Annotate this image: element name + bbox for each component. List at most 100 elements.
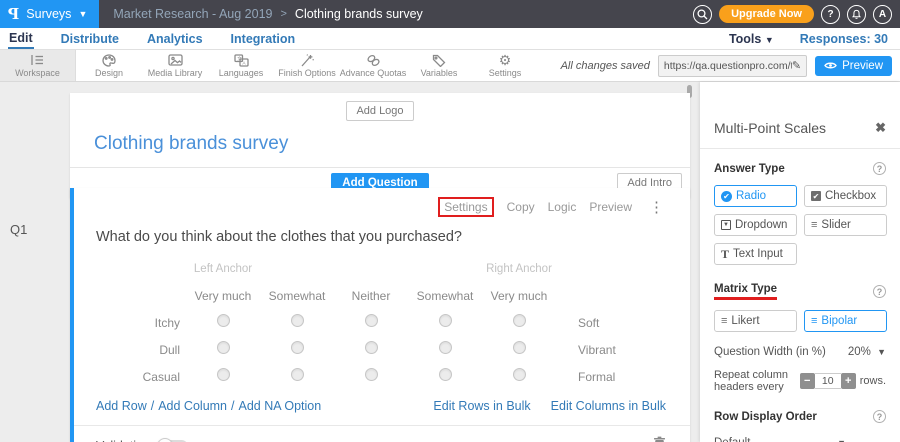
row-left-label: Dull	[74, 336, 186, 363]
radio-button[interactable]	[365, 314, 378, 327]
add-row-link[interactable]: Add Row	[96, 399, 147, 413]
dropdown-icon: ▼	[721, 220, 731, 230]
product-name: Surveys	[26, 7, 71, 21]
questionpro-logo-icon: P	[8, 5, 19, 23]
tab-edit[interactable]: Edit	[8, 29, 34, 49]
anchor-row: Left Anchor Right Anchor	[74, 255, 616, 282]
increment-button[interactable]: +	[841, 373, 856, 389]
search-button[interactable]	[693, 5, 712, 24]
top-bar: P Surveys ▼ Market Research - Aug 2019 >…	[0, 0, 900, 28]
radio-button[interactable]	[365, 368, 378, 381]
tools-menu[interactable]: Tools ▼	[729, 32, 774, 46]
radio-button[interactable]	[513, 314, 526, 327]
matrix-row: Dull Vibrant	[74, 336, 616, 363]
toolbar-item-settings[interactable]: ⚙ Settings	[472, 50, 538, 81]
question-width-value[interactable]: 20%	[848, 346, 871, 358]
radio-button[interactable]	[439, 341, 452, 354]
question-preview-link[interactable]: Preview	[589, 200, 632, 214]
toolbar-item-advance-quotas[interactable]: Advance Quotas	[340, 50, 406, 81]
add-logo-button[interactable]: Add Logo	[346, 101, 413, 121]
radio-button[interactable]	[291, 368, 304, 381]
matrix-links-row: Add Row / Add Column / Add NA Option Edi…	[74, 399, 690, 413]
answer-type-slider[interactable]: ≡Slider	[804, 214, 887, 236]
save-status: All changes saved	[561, 60, 650, 72]
notifications-button[interactable]	[847, 5, 866, 24]
breadcrumb-parent[interactable]: Market Research - Aug 2019	[113, 7, 272, 21]
radio-button[interactable]	[291, 341, 304, 354]
tab-integration[interactable]: Integration	[230, 30, 297, 48]
question-action-menu: Settings Copy Logic Preview ⋮	[74, 188, 690, 217]
radio-button[interactable]	[513, 341, 526, 354]
survey-title[interactable]: Clothing brands survey	[94, 133, 690, 155]
tab-distribute[interactable]: Distribute	[60, 30, 120, 48]
answer-type-text-input[interactable]: TText Input	[714, 243, 797, 265]
trash-icon	[653, 436, 666, 442]
delete-question-button[interactable]	[653, 436, 666, 442]
gear-icon: ⚙	[499, 53, 512, 67]
magic-wand-icon	[300, 53, 314, 67]
radio-button[interactable]	[217, 341, 230, 354]
help-button[interactable]: ?	[821, 5, 840, 24]
toolbar-item-variables[interactable]: Variables	[406, 50, 472, 81]
question-logic-link[interactable]: Logic	[548, 200, 577, 214]
edit-columns-in-bulk-link[interactable]: Edit Columns in Bulk	[551, 399, 666, 413]
radio-button[interactable]	[439, 368, 452, 381]
close-icon[interactable]: ✖	[875, 120, 886, 136]
menu-bar: Edit Distribute Analytics Integration To…	[0, 28, 900, 50]
preview-button[interactable]: Preview	[815, 56, 892, 76]
decrement-button[interactable]: −	[800, 373, 815, 389]
radio-button[interactable]	[291, 314, 304, 327]
help-icon[interactable]: ?	[873, 410, 886, 423]
translate-icon: 文A	[234, 53, 249, 67]
matrix-type-label: Matrix Type	[714, 283, 777, 300]
answer-type-dropdown[interactable]: ▼Dropdown	[714, 214, 797, 236]
chevron-down-icon[interactable]: ▼	[877, 347, 886, 357]
toolbar-item-media-library[interactable]: Media Library	[142, 50, 208, 81]
row-display-order-select[interactable]: Default ▼	[714, 437, 886, 442]
answer-type-checkbox[interactable]: ✔Checkbox	[804, 185, 887, 207]
edit-rows-in-bulk-link[interactable]: Edit Rows in Bulk	[433, 399, 530, 413]
repeat-headers-stepper: − +	[800, 373, 856, 389]
radio-button[interactable]	[217, 314, 230, 327]
column-header: Very much	[482, 282, 556, 309]
radio-button[interactable]	[217, 368, 230, 381]
chevron-down-icon: ▼	[765, 35, 774, 45]
avatar[interactable]: A	[873, 5, 892, 24]
radio-button[interactable]	[439, 314, 452, 327]
tab-analytics[interactable]: Analytics	[146, 30, 204, 48]
link-separator: /	[151, 399, 154, 413]
toolbar-item-design[interactable]: Design	[76, 50, 142, 81]
help-icon[interactable]: ?	[873, 285, 886, 298]
survey-url-input[interactable]	[664, 60, 792, 72]
repeat-headers-input[interactable]	[815, 373, 841, 389]
radio-button[interactable]	[365, 341, 378, 354]
responses-count[interactable]: Responses: 30	[800, 32, 888, 46]
question-text[interactable]: What do you think about the clothes that…	[96, 229, 690, 245]
toolbar-item-workspace[interactable]: Workspace	[0, 50, 76, 81]
matrix-type-likert[interactable]: ≡Likert	[714, 310, 797, 332]
matrix-type-bipolar[interactable]: ≡Bipolar	[804, 310, 887, 332]
bell-icon	[851, 9, 862, 20]
surveys-menu[interactable]: P Surveys ▼	[0, 0, 99, 28]
more-options-icon[interactable]: ⋮	[649, 198, 664, 216]
survey-url-field[interactable]: ✎	[658, 55, 807, 77]
question-width-row: Question Width (in %) 20% ▼	[714, 346, 886, 358]
edit-pencil-icon[interactable]: ✎	[792, 59, 801, 72]
question-copy-link[interactable]: Copy	[507, 200, 535, 214]
add-column-link[interactable]: Add Column	[158, 399, 227, 413]
question-settings-link[interactable]: Settings	[438, 197, 493, 217]
upgrade-now-button[interactable]: Upgrade Now	[719, 5, 814, 23]
help-icon[interactable]: ?	[873, 162, 886, 175]
answer-type-radio[interactable]: ✔Radio	[714, 185, 797, 207]
column-header: Very much	[186, 282, 260, 309]
radio-button[interactable]	[513, 368, 526, 381]
row-right-label: Formal	[556, 363, 616, 390]
tag-icon	[432, 53, 446, 67]
link-separator: /	[231, 399, 234, 413]
app-window: P Surveys ▼ Market Research - Aug 2019 >…	[0, 0, 900, 442]
slider-icon: ≡	[811, 219, 817, 231]
toolbar-item-finish-options[interactable]: Finish Options	[274, 50, 340, 81]
add-na-option-link[interactable]: Add NA Option	[239, 399, 322, 413]
radio-check-icon: ✔	[721, 191, 732, 202]
toolbar-item-languages[interactable]: 文A Languages	[208, 50, 274, 81]
